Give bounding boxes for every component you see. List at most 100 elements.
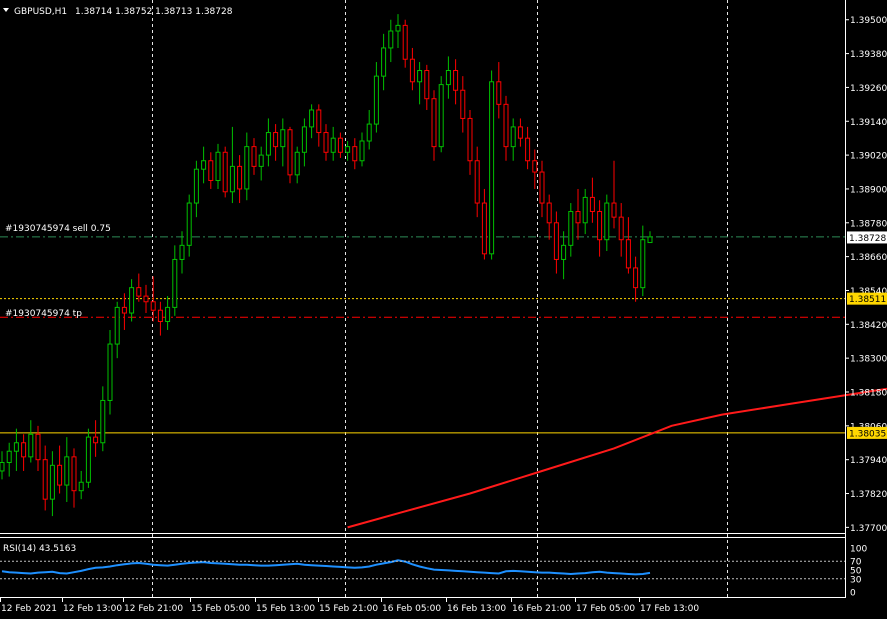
price-tick-label: 1.39260 [850, 84, 887, 94]
candle-body [301, 126, 307, 153]
time-tick-label: 12 Feb 2021 [1, 604, 57, 614]
candle-body [136, 287, 142, 297]
price-tick-label: 1.39500 [850, 16, 887, 26]
candle-body [35, 433, 41, 461]
candle-body [49, 464, 55, 500]
candle-body [100, 399, 106, 444]
candle-body [28, 433, 34, 458]
candle-body [589, 196, 595, 213]
candle-body [647, 236, 653, 244]
candle-body [640, 239, 646, 289]
price-tick-label: 1.37820 [850, 490, 887, 500]
candle-body [208, 160, 214, 181]
candle [85, 428, 91, 488]
candle-body [129, 287, 135, 314]
candle-body [503, 103, 509, 148]
candle-body [258, 154, 264, 167]
rsi-tick-label: 100 [850, 545, 867, 555]
candle-body [57, 464, 63, 486]
candle-body [316, 109, 322, 134]
candle-body [323, 132, 329, 153]
candle-body [525, 137, 531, 162]
candle-body [395, 24, 401, 32]
candle-body [474, 160, 480, 204]
candle-body [553, 222, 559, 260]
candle-body [510, 126, 516, 148]
candle-body [460, 89, 466, 119]
candle [287, 126, 293, 184]
candle-body [568, 211, 574, 246]
rsi-tick-label: 30 [850, 575, 862, 585]
candle-body [330, 137, 336, 153]
candle-body [424, 70, 430, 100]
candle-body [107, 343, 113, 401]
candle-body [201, 160, 207, 170]
candle-body [625, 239, 631, 269]
candle-body [481, 202, 487, 255]
candle-body [179, 244, 185, 260]
time-tick-label: 17 Feb 05:00 [576, 604, 635, 614]
candle-body [229, 165, 235, 193]
candle-body [186, 202, 192, 246]
price-tick-label: 1.39380 [850, 50, 887, 60]
candle-body [597, 211, 603, 241]
quote-values: 1.38714 1.38752 1.38713 1.38728 [75, 7, 233, 17]
candle-body [143, 295, 149, 303]
candle-body [532, 160, 538, 173]
price-tick-label: 1.38180 [850, 388, 887, 398]
candle-body [42, 459, 48, 500]
candle-body [633, 267, 639, 289]
candle-body [546, 202, 552, 224]
candle-body [417, 70, 423, 83]
candle-body [489, 81, 495, 255]
candle-body [165, 306, 171, 322]
candle-body [611, 202, 617, 218]
time-tick-label: 15 Feb 13:00 [256, 604, 315, 614]
candle-body [265, 132, 271, 156]
candle-body [582, 196, 588, 224]
candle-body [78, 481, 84, 492]
sell-order-label[interactable]: #1930745974 sell 0.75 [5, 224, 111, 234]
candle-body [345, 146, 351, 153]
yellow-level-tag-1: 1.38511 [847, 292, 887, 305]
candle-body [150, 301, 156, 311]
candle-body [71, 456, 77, 492]
candle-body [438, 84, 444, 148]
candle-body [114, 306, 120, 345]
candle-body [294, 151, 300, 176]
time-tick-label: 12 Feb 13:00 [63, 604, 122, 614]
candle-body [352, 146, 358, 162]
price-tick-label: 1.38420 [850, 321, 887, 331]
trading-chart: 1.39500 1.39380 1.39260 1.39140 1.39020 1.389… [0, 0, 887, 619]
candle-body [251, 146, 257, 167]
candle-body [366, 123, 372, 142]
candle [222, 146, 228, 198]
candle-body [359, 140, 365, 162]
candle-body [445, 70, 451, 86]
candle-body [222, 151, 228, 193]
candle-body [280, 129, 286, 148]
candle-body [453, 70, 459, 91]
price-tick-label: 1.38900 [850, 185, 887, 195]
price-tick-label: 1.39020 [850, 152, 887, 162]
candle-body [309, 109, 315, 128]
candle-body [517, 126, 523, 139]
price-tick-label: 1.38660 [850, 253, 887, 263]
yellow-level-label-1: 1.38511 [849, 295, 886, 305]
time-tick-label: 16 Feb 13:00 [447, 604, 506, 614]
candle-body [402, 24, 408, 60]
candle-body [388, 30, 394, 49]
take-profit-label[interactable]: #1930745974 tp [5, 309, 82, 319]
price-tick-label: 1.38300 [850, 355, 887, 365]
current-price-tag: 1.38728 [847, 231, 887, 244]
price-tick-label: 1.37940 [850, 456, 887, 466]
candle-body [618, 216, 624, 241]
candle-body [244, 146, 250, 190]
candle-body [575, 211, 581, 224]
candle-body [273, 132, 279, 148]
candle-body [157, 309, 163, 322]
candle-body [539, 171, 545, 204]
yellow-level-tag-2: 1.38035 [847, 426, 887, 439]
candle-body [121, 306, 127, 314]
rsi-label: RSI(14) 43.5163 [3, 544, 76, 554]
